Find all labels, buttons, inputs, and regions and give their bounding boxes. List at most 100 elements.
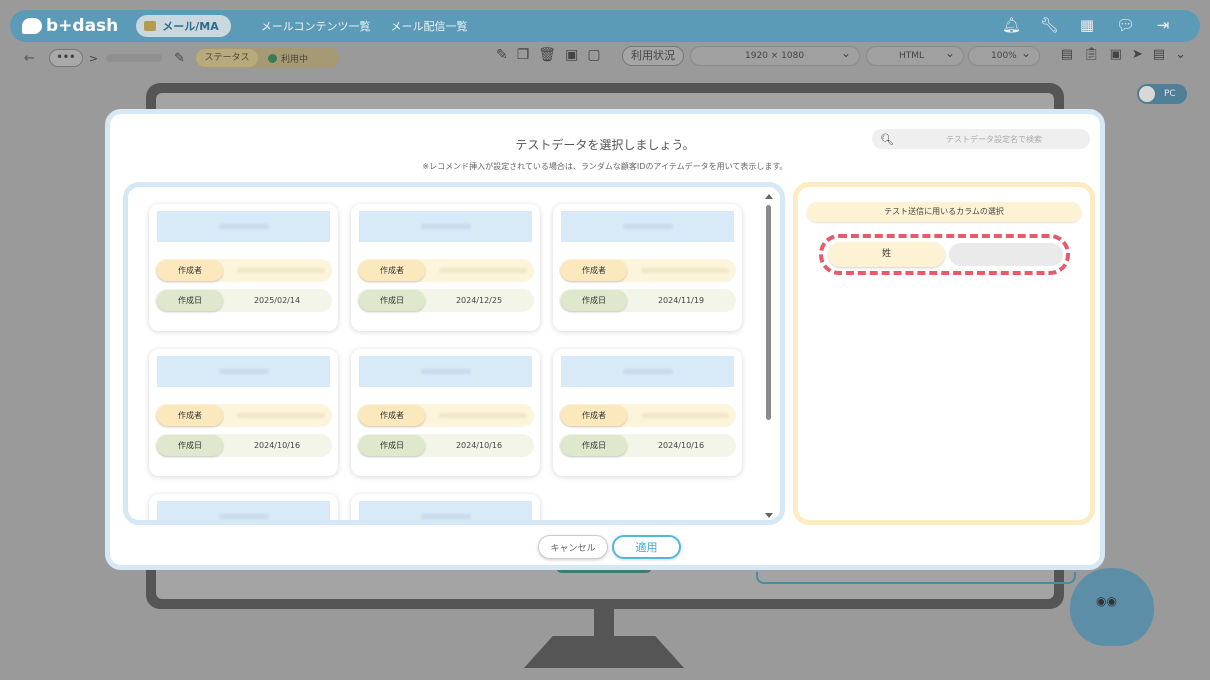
editor-toolbar: ← ••• > ✎ ステータス 利用中 ✎ ❐ 🗑︎ ▣ ▢ 利用状況 1920… <box>10 44 1200 71</box>
author-label: 作成者 <box>157 405 223 426</box>
card-date-row: 作成日 2025/02/14 <box>155 289 332 312</box>
card-date: 2024/10/16 <box>657 441 705 450</box>
test-data-card[interactable] <box>351 494 540 520</box>
test-data-card[interactable]: 作成者 作成日 2024/11/19 <box>553 204 742 331</box>
card-date: 2025/02/14 <box>253 296 301 305</box>
list-scrollbar[interactable] <box>764 191 776 520</box>
contact-icon[interactable]: ▣ <box>1110 47 1122 62</box>
mascot-face: ◉◉ <box>1096 594 1117 608</box>
card-date-row: 作成日 2024/10/16 <box>559 434 736 457</box>
trash-icon[interactable]: 🗑︎ <box>538 47 556 63</box>
resolution-select[interactable]: 1920 × 1080 <box>690 44 860 66</box>
card-name <box>157 211 330 242</box>
search-input[interactable] <box>904 134 1084 144</box>
test-data-list: 作成者 作成日 2025/02/14 作成者 作成日 2024/12/25 作成者 … <box>123 182 785 525</box>
mail-icon <box>144 21 157 31</box>
chat-icon[interactable]: 💬︎ <box>1116 16 1135 34</box>
copy-icon[interactable]: ❐ <box>517 47 530 63</box>
card-author-row: 作成者 <box>559 404 736 427</box>
card-name <box>157 501 330 520</box>
author-label: 作成者 <box>561 405 627 426</box>
breadcrumb-separator: > <box>88 51 99 65</box>
mascot-icon: ◉◉ <box>1070 568 1154 646</box>
modal-note: ※レコメンド挿入が設定されている場合は、ランダムな顧客IDのアイテムデータを用い… <box>422 162 788 171</box>
document-icon[interactable]: ▤ <box>1153 47 1165 62</box>
card-date: 2024/10/16 <box>253 441 301 450</box>
test-data-modal: テストデータを選択しましょう。 ※レコメンド挿入が設定されている場合は、ランダム… <box>105 109 1105 570</box>
status-badge[interactable]: ステータス 利用中 <box>195 48 340 68</box>
card-name <box>157 356 330 387</box>
column-value-field[interactable] <box>949 243 1063 266</box>
column-highlight: 姓 <box>819 234 1070 275</box>
column-select-title: テスト送信に用いるカラムの選択 <box>807 202 1081 222</box>
nav-mail-delivery[interactable]: メール配信一覧 <box>391 18 468 34</box>
usage-button[interactable]: 利用状況 <box>622 46 684 66</box>
card-author-row: 作成者 <box>357 404 534 427</box>
cancel-button[interactable]: キャンセル <box>538 535 608 559</box>
apply-button[interactable]: 適用 <box>612 535 681 559</box>
test-data-card[interactable]: 作成者 作成日 2024/12/25 <box>351 204 540 331</box>
check-circle-icon <box>268 53 278 63</box>
card-date: 2024/10/16 <box>455 441 503 450</box>
card-date-row: 作成日 2024/11/19 <box>559 289 736 312</box>
author-label: 作成者 <box>359 260 425 281</box>
card-name <box>359 501 532 520</box>
scroll-up-icon[interactable] <box>765 194 773 199</box>
card-date-row: 作成日 2024/12/25 <box>357 289 534 312</box>
card-name <box>561 211 734 242</box>
date-label: 作成日 <box>359 290 425 311</box>
bell-icon[interactable]: 🔔︎ <box>1002 16 1021 34</box>
background-speech-bubble <box>756 572 1076 584</box>
search-icon: 🔍︎ <box>880 132 894 146</box>
nav-mail-contents[interactable]: メールコンテンツ一覧 <box>261 18 371 34</box>
card-name <box>561 356 734 387</box>
chevron-down-icon[interactable]: ⌄ <box>1175 47 1186 62</box>
search-box[interactable]: 🔍︎ <box>872 129 1090 149</box>
pencil-icon[interactable]: ✎ <box>174 51 185 66</box>
logout-icon[interactable]: ⇥ <box>1154 16 1172 34</box>
card-author-row: 作成者 <box>155 259 332 282</box>
column-chip-sei[interactable]: 姓 <box>828 242 945 267</box>
test-data-card[interactable]: 作成者 作成日 2025/02/14 <box>149 204 338 331</box>
breadcrumb-more-button[interactable]: ••• <box>48 49 83 67</box>
logo-text: b+dash <box>46 16 119 36</box>
edit-icon[interactable]: ✎ <box>496 47 508 63</box>
card-name <box>359 211 532 242</box>
author-label: 作成者 <box>157 260 223 281</box>
date-label: 作成日 <box>157 290 223 311</box>
archive-icon[interactable]: ▢ <box>587 47 600 63</box>
wrench-icon[interactable]: 🔧︎ <box>1040 16 1059 34</box>
card-date-row: 作成日 2024/10/16 <box>155 434 332 457</box>
back-arrow-icon[interactable]: ← <box>24 51 35 66</box>
app-logo[interactable]: b+dash <box>22 16 118 36</box>
card-author-row: 作成者 <box>357 259 534 282</box>
format-select[interactable]: HTML <box>866 44 964 66</box>
column-select-panel: テスト送信に用いるカラムの選択 姓 <box>793 182 1095 525</box>
card-author-row: 作成者 <box>155 404 332 427</box>
date-label: 作成日 <box>561 435 627 456</box>
status-value: 利用中 <box>281 54 309 65</box>
app-header: b+dash メール/MA メールコンテンツ一覧 メール配信一覧 🔔︎ 🔧︎ ▦… <box>10 10 1200 42</box>
send-icon[interactable]: ➤ <box>1132 47 1143 62</box>
date-label: 作成日 <box>561 290 627 311</box>
clipboard-icon[interactable]: 📋︎ <box>1083 47 1100 62</box>
card-author-row: 作成者 <box>559 259 736 282</box>
card-date: 2024/11/19 <box>657 296 705 305</box>
pc-toggle[interactable]: PC <box>1137 84 1187 104</box>
mail-ma-button[interactable]: メール/MA <box>136 15 231 37</box>
save-icon[interactable]: ▣ <box>565 47 578 63</box>
zoom-select[interactable]: 100% <box>968 44 1040 66</box>
author-label: 作成者 <box>359 405 425 426</box>
html-file-icon[interactable]: ▤ <box>1061 47 1073 62</box>
scroll-thumb[interactable] <box>766 205 771 420</box>
pc-toggle-label: PC <box>1164 89 1176 99</box>
grid-icon[interactable]: ▦ <box>1078 16 1096 34</box>
test-data-card[interactable]: 作成者 作成日 2024/10/16 <box>149 349 338 476</box>
test-data-card[interactable] <box>149 494 338 520</box>
date-label: 作成日 <box>157 435 223 456</box>
scroll-down-icon[interactable] <box>765 513 773 518</box>
logo-bubble-icon <box>22 18 42 34</box>
status-label: ステータス <box>196 49 259 67</box>
test-data-card[interactable]: 作成者 作成日 2024/10/16 <box>553 349 742 476</box>
test-data-card[interactable]: 作成者 作成日 2024/10/16 <box>351 349 540 476</box>
